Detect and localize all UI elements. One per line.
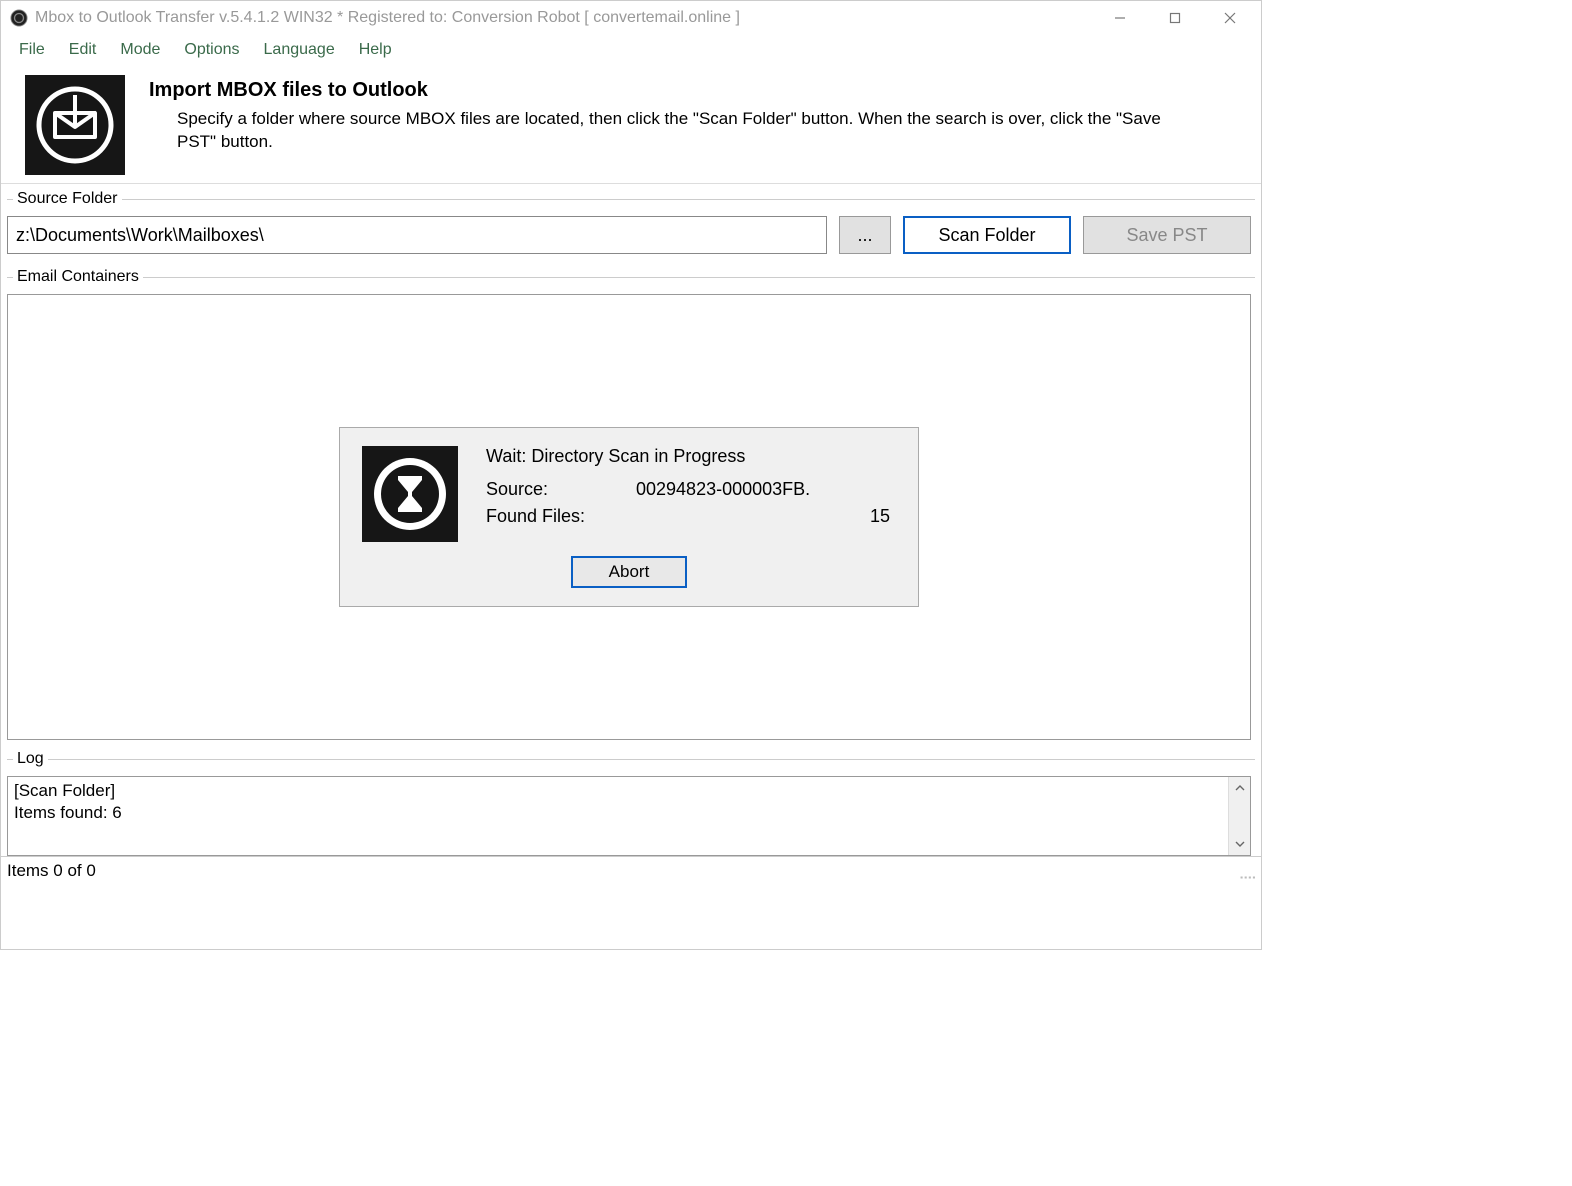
source-folder-legend: Source Folder [13,190,122,208]
menu-mode[interactable]: Mode [110,39,170,61]
titlebar: Mbox to Outlook Transfer v.5.4.1.2 WIN32… [1,1,1261,35]
log-legend: Log [13,750,48,768]
email-containers-list[interactable]: Wait: Directory Scan in Progress Source:… [7,294,1251,740]
menu-language[interactable]: Language [254,39,345,61]
menubar: File Edit Mode Options Language Help [1,35,1261,65]
maximize-button[interactable] [1147,2,1202,34]
hourglass-icon [362,446,458,542]
statusbar: Items 0 of 0 ⣀⣀ [1,856,1261,885]
scroll-down-icon[interactable] [1229,833,1250,855]
progress-source-value: 00294823-000003FB. [636,479,810,500]
progress-found-value: 15 [636,506,896,527]
minimize-button[interactable] [1092,2,1147,34]
header-title: Import MBOX files to Outlook [149,79,1169,102]
close-button[interactable] [1202,2,1257,34]
scroll-up-icon[interactable] [1229,777,1250,799]
header-description: Specify a folder where source MBOX files… [149,108,1169,154]
progress-source-label: Source: [486,479,636,500]
log-scrollbar[interactable] [1228,777,1250,855]
log-text[interactable]: [Scan Folder] Items found: 6 [8,777,1228,855]
source-folder-group: Source Folder ... Scan Folder Save PST [7,190,1255,262]
menu-help[interactable]: Help [349,39,402,61]
header-panel: Import MBOX files to Outlook Specify a f… [1,65,1261,184]
status-text: Items 0 of 0 [7,861,96,881]
progress-found-label: Found Files: [486,506,636,527]
email-containers-group: Email Containers Wait: Directory Scan in… [7,268,1255,744]
menu-options[interactable]: Options [174,39,249,61]
save-pst-button[interactable]: Save PST [1083,216,1251,254]
window-title: Mbox to Outlook Transfer v.5.4.1.2 WIN32… [35,9,1092,27]
log-area: [Scan Folder] Items found: 6 [7,776,1251,856]
app-logo-icon [25,75,125,175]
scan-folder-button[interactable]: Scan Folder [903,216,1071,254]
source-folder-input[interactable] [7,216,827,254]
browse-button[interactable]: ... [839,216,891,254]
progress-title: Wait: Directory Scan in Progress [486,446,896,467]
menu-file[interactable]: File [9,39,55,61]
app-window: Mbox to Outlook Transfer v.5.4.1.2 WIN32… [0,0,1262,950]
email-containers-legend: Email Containers [13,268,143,286]
window-controls [1092,2,1257,34]
resize-grip-icon[interactable]: ⣀⣀ [1238,863,1255,880]
scan-progress-dialog: Wait: Directory Scan in Progress Source:… [339,427,919,607]
abort-button[interactable]: Abort [571,556,687,588]
app-icon [9,8,29,28]
log-group: Log [Scan Folder] Items found: 6 [7,750,1255,856]
menu-edit[interactable]: Edit [59,39,107,61]
header-text: Import MBOX files to Outlook Specify a f… [149,75,1169,175]
